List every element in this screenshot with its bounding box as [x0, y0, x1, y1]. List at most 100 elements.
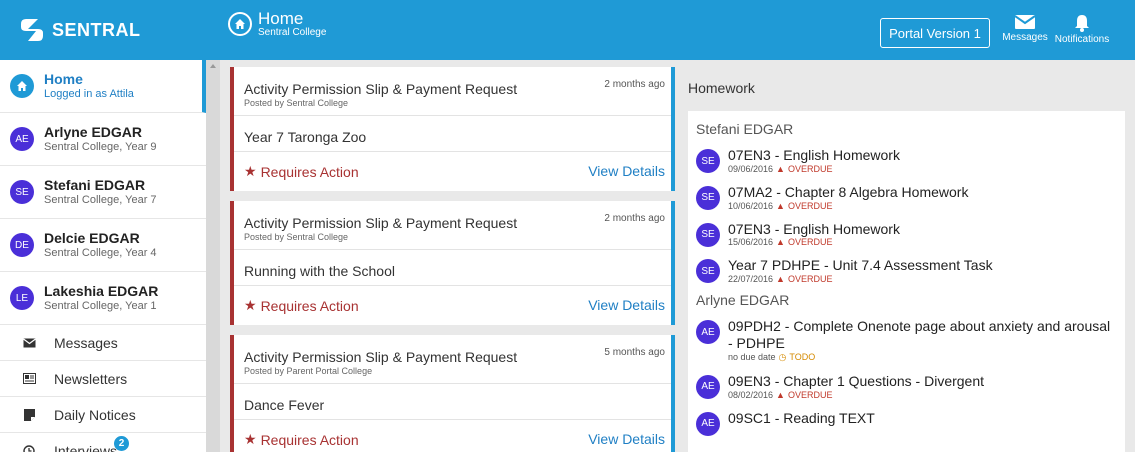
- newspaper-icon: [22, 372, 36, 386]
- portal-version-button[interactable]: Portal Version 1: [880, 18, 990, 48]
- page-heading: Home Sentral College: [228, 10, 326, 38]
- homework-name: 09PDH2 - Complete Onenote page about anx…: [728, 318, 1111, 351]
- warning-icon: ▲: [776, 274, 785, 285]
- sidebar-item-delcie[interactable]: DE Delcie EDGAR Sentral College, Year 4: [0, 219, 206, 272]
- sidebar-person-sub: Sentral College, Year 9: [44, 140, 157, 153]
- homework-status: OVERDUE: [787, 389, 833, 400]
- sidebar: Home Logged in as Attila AE Arlyne EDGAR…: [0, 60, 206, 452]
- envelope-icon: [22, 336, 36, 350]
- warning-icon: ▲: [776, 163, 785, 174]
- card-event-name: Dance Fever: [244, 397, 325, 413]
- card-event-name: Running with the School: [244, 263, 395, 279]
- homework-name: 09SC1 - Reading TEXT: [728, 409, 875, 426]
- view-details-link[interactable]: View Details: [588, 297, 665, 313]
- homework-panel: Stefani EDGAR SE 07EN3 - English Homewor…: [688, 111, 1125, 452]
- homework-name: Year 7 PDHPE - Unit 7.4 Assessment Task: [728, 257, 993, 274]
- sidebar-link-label: Newsletters: [54, 370, 128, 387]
- card-title: Activity Permission Slip & Payment Reque…: [244, 215, 518, 231]
- sidebar-item-interviews[interactable]: Interviews 2: [0, 433, 206, 452]
- homework-name: 07EN3 - English Homework: [728, 147, 900, 163]
- sidebar-item-daily-notices[interactable]: Daily Notices: [0, 397, 206, 433]
- avatar: SE: [696, 259, 720, 284]
- homework-student-name: Stefani EDGAR: [696, 121, 794, 137]
- messages-button[interactable]: Messages: [1000, 14, 1050, 43]
- sidebar-item-lakeshia[interactable]: LE Lakeshia EDGAR Sentral College, Year …: [0, 272, 206, 325]
- homework-status: OVERDUE: [787, 200, 833, 211]
- home-icon: [10, 74, 34, 98]
- avatar: AE: [696, 411, 720, 436]
- homework-status: OVERDUE: [787, 274, 833, 285]
- homework-status: TODO: [789, 352, 816, 363]
- sentral-logo[interactable]: SENTRAL: [0, 0, 206, 60]
- sidebar-person-sub: Sentral College, Year 7: [44, 193, 157, 206]
- homework-item[interactable]: SE 07MA2 - Chapter 8 Algebra Homework 10…: [696, 184, 1117, 211]
- homework-item[interactable]: AE 09SC1 - Reading TEXT: [696, 410, 1117, 436]
- card-divider: [234, 285, 671, 286]
- homework-due-date: 15/06/2016: [728, 237, 774, 248]
- sidebar-item-newsletters[interactable]: Newsletters: [0, 361, 206, 397]
- homework-item[interactable]: SE 07EN3 - English Homework 15/06/2016 ▲…: [696, 220, 1117, 248]
- card-posted-by: Posted by Sentral College: [244, 98, 349, 108]
- requires-action-status: ★ Requires Action: [244, 297, 359, 314]
- sidebar-home-label: Home: [44, 71, 83, 88]
- page-subtitle: Sentral College: [258, 27, 327, 38]
- star-icon: ★: [244, 431, 257, 447]
- homework-item[interactable]: SE 07EN3 - English Homework 09/06/2016 ▲…: [696, 147, 1117, 174]
- avatar: AE: [10, 127, 34, 151]
- card-timestamp: 2 months ago: [604, 79, 665, 90]
- notification-cards: Activity Permission Slip & Payment Reque…: [230, 67, 675, 452]
- sidebar-item-home[interactable]: Home Logged in as Attila: [0, 60, 206, 113]
- sidebar-link-label: Daily Notices: [54, 406, 136, 423]
- homework-name: 07EN3 - English Homework: [728, 220, 900, 237]
- sidebar-person-name: Delcie EDGAR: [44, 230, 140, 247]
- homework-heading: Homework: [688, 80, 755, 96]
- homework-due-date: 10/06/2016: [728, 200, 774, 211]
- homework-status: OVERDUE: [787, 163, 833, 174]
- sidebar-person-sub: Sentral College, Year 4: [44, 246, 157, 259]
- avatar: SE: [696, 222, 720, 247]
- star-icon: ★: [244, 163, 257, 179]
- avatar: AE: [696, 374, 720, 399]
- sidebar-person-name: Arlyne EDGAR: [44, 124, 143, 141]
- sentral-logo-icon: [21, 19, 43, 41]
- avatar: LE: [10, 286, 34, 310]
- top-header: SENTRAL Home Sentral College Portal Vers…: [0, 0, 1135, 60]
- avatar: DE: [10, 233, 34, 257]
- homework-item[interactable]: SE Year 7 PDHPE - Unit 7.4 Assessment Ta…: [696, 257, 1117, 284]
- view-details-link[interactable]: View Details: [588, 431, 665, 447]
- requires-action-label: Requires Action: [260, 163, 359, 180]
- view-details-link[interactable]: View Details: [588, 163, 665, 179]
- envelope-icon: [1014, 15, 1036, 29]
- sidebar-person-sub: Sentral College, Year 1: [44, 299, 157, 312]
- homework-name: 09EN3 - Chapter 1 Questions - Divergent: [728, 372, 985, 389]
- requires-action-status: ★ Requires Action: [244, 163, 359, 180]
- notifications-label: Notifications: [1054, 34, 1110, 45]
- homework-due-date: 22/07/2016: [728, 274, 774, 285]
- card-divider: [234, 383, 671, 384]
- scroll-up-arrow-icon[interactable]: [210, 64, 216, 68]
- card-divider: [234, 419, 671, 420]
- sidebar-item-messages[interactable]: Messages: [0, 325, 206, 361]
- home-icon: [228, 12, 252, 36]
- messages-label: Messages: [1002, 32, 1048, 43]
- warning-icon: ▲: [776, 200, 785, 211]
- notifications-button[interactable]: Notifications: [1052, 14, 1112, 45]
- card-timestamp: 2 months ago: [604, 213, 665, 224]
- homework-due-date: 09/06/2016: [728, 163, 774, 174]
- sidebar-link-label: Interviews: [54, 442, 118, 452]
- requires-action-label: Requires Action: [260, 297, 359, 314]
- sidebar-scrollbar[interactable]: [206, 60, 220, 452]
- homework-item[interactable]: AE 09PDH2 - Complete Onenote page about …: [696, 318, 1117, 363]
- homework-item[interactable]: AE 09EN3 - Chapter 1 Questions - Diverge…: [696, 373, 1117, 400]
- sidebar-item-arlyne[interactable]: AE Arlyne EDGAR Sentral College, Year 9: [0, 113, 206, 166]
- star-icon: ★: [244, 297, 257, 313]
- sidebar-item-stefani[interactable]: SE Stefani EDGAR Sentral College, Year 7: [0, 166, 206, 219]
- card-divider: [234, 115, 671, 116]
- avatar: SE: [696, 185, 720, 210]
- card-title: Activity Permission Slip & Payment Reque…: [244, 81, 518, 97]
- warning-icon: ▲: [776, 389, 785, 400]
- page-title: Home: [258, 9, 304, 28]
- homework-status: OVERDUE: [787, 237, 833, 248]
- card-timestamp: 5 months ago: [604, 347, 665, 358]
- notice-icon: [22, 408, 36, 422]
